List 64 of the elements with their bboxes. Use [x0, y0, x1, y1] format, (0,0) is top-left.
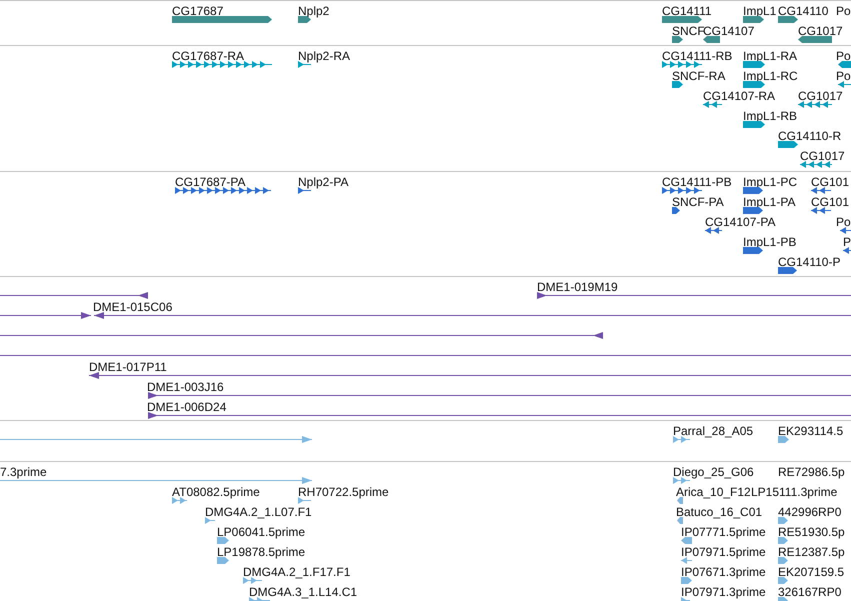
- feature-label: P: [843, 235, 851, 249]
- feature-label: CG14111-PB: [662, 175, 732, 189]
- feature-label: DME1-017P11: [89, 360, 167, 374]
- feature-label: ImpL1: [743, 4, 776, 18]
- feature-label: SNCF-PA: [672, 195, 724, 209]
- feature-label: LP15111.3prime: [751, 485, 838, 499]
- feature-label: CG17687-RA: [172, 49, 244, 63]
- feature-label: DME1-006D24: [147, 400, 226, 414]
- feature-label: CG1017: [798, 89, 843, 103]
- feature-label: SNCF-RA: [672, 69, 726, 83]
- feature-label: 7.3prime: [0, 465, 47, 479]
- feature-label: DME1-019M19: [537, 280, 618, 294]
- feature-label: Nplp2: [298, 4, 330, 18]
- feature-label: IP07771.5prime: [681, 525, 766, 539]
- feature-label: Parral_28_A05: [673, 424, 754, 438]
- feature-label: ImpL1-RC: [743, 69, 798, 83]
- feature-label: Nplp2-RA: [298, 49, 350, 63]
- feature-label: Batuco_16_C01: [676, 505, 762, 519]
- feature-label: CG14111: [662, 4, 712, 18]
- feature-label: CG14110: [778, 4, 828, 18]
- feature-label: IP07971.3prime: [681, 585, 766, 599]
- feature-label: Po: [836, 69, 851, 83]
- feature-label: Arica_10_F12: [676, 485, 751, 499]
- feature-label: ImpL1-PB: [743, 235, 796, 249]
- feature-label: Diego_25_G06: [673, 465, 754, 479]
- feature-label: ImpL1-PC: [743, 175, 798, 189]
- feature-label: Nplp2-PA: [298, 175, 348, 189]
- feature-label: CG14107-RA: [703, 89, 776, 103]
- feature-label: SNCF: [672, 24, 705, 38]
- feature-label: CG14110-R: [778, 129, 842, 143]
- feature-label: CG1017: [800, 149, 845, 163]
- feature-label: DMG4A.2_1.L07.F1: [205, 505, 312, 519]
- feature-label: CG101: [811, 195, 850, 209]
- feature-label: DMG4A.3_1.L14.C1: [249, 585, 358, 599]
- feature-label: IP07971.5prime: [681, 545, 766, 559]
- feature-label: CG17687-PA: [175, 175, 246, 189]
- feature-label: Po: [836, 215, 851, 229]
- feature-label: DME1-015C06: [93, 300, 172, 314]
- feature-label: CG14107-PA: [705, 215, 776, 229]
- feature-label: ImpL1-PA: [743, 195, 796, 209]
- feature-label: LP19878.5prime: [217, 545, 306, 559]
- feature-label: ImpL1-RA: [743, 49, 798, 63]
- feature-label: RE51930.5p: [778, 525, 845, 539]
- feature-label: 442996RP0: [778, 505, 842, 519]
- feature-label: EK293114.5: [778, 424, 844, 438]
- feature-label: Po: [836, 4, 851, 18]
- feature-label: CG101: [811, 175, 850, 189]
- feature-label: CG17687: [172, 4, 224, 18]
- feature-label: CG14107: [703, 24, 754, 38]
- feature-label: Po: [836, 49, 851, 63]
- feature-label: CG1017: [798, 24, 843, 38]
- feature-label: 326167RP0: [778, 585, 842, 599]
- feature-label: DME1-003J16: [147, 380, 224, 394]
- feature-label: DMG4A.2_1.F17.F1: [243, 565, 350, 579]
- feature-label: LP06041.5prime: [217, 525, 306, 539]
- feature-label: CG14111-RB: [662, 49, 732, 63]
- feature-label: ImpL1-RB: [743, 109, 798, 123]
- feature-label: RE72986.5p: [778, 465, 845, 479]
- feature-label: RH70722.5prime: [298, 485, 389, 499]
- feature-label: EK207159.5: [778, 565, 844, 579]
- feature-label: RE12387.5p: [778, 545, 845, 559]
- feature-label: AT08082.5prime: [172, 485, 260, 499]
- feature-label: CG14110-P: [778, 255, 840, 269]
- feature-label: IP07671.3prime: [681, 565, 766, 579]
